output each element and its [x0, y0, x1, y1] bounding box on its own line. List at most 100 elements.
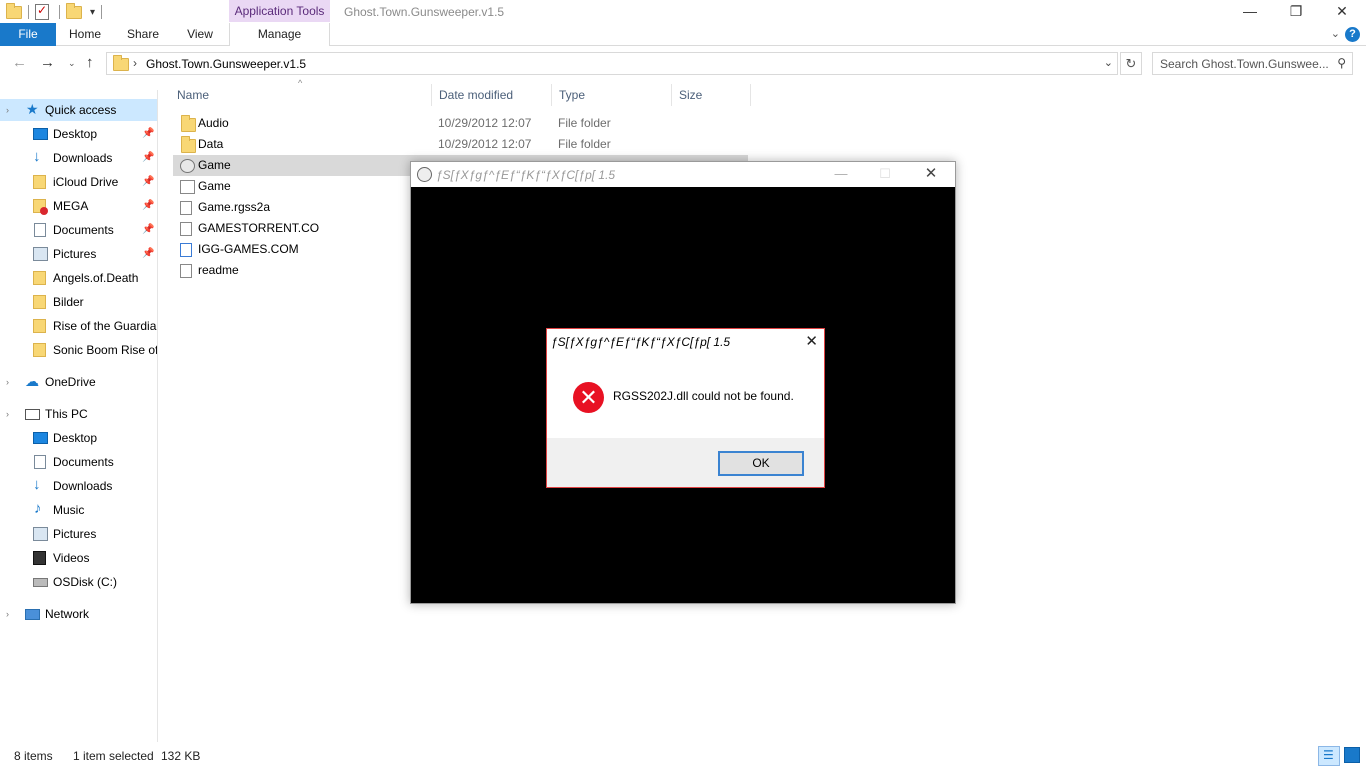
tab-home[interactable]: Home	[62, 23, 108, 46]
address-bar[interactable]: › Ghost.Town.Gunsweeper.v1.5 ⌄	[106, 52, 1118, 75]
ribbon-tabs: File Home Share View Manage ⌄ ?	[0, 23, 1366, 46]
refresh-button[interactable]: ↻	[1120, 52, 1142, 75]
sidebar-item-label: Pictures	[53, 247, 97, 261]
restore-button[interactable]: ❐	[1273, 0, 1319, 24]
sidebar-item-network[interactable]: › Network	[0, 603, 157, 625]
sidebar-item-downloads[interactable]: ↓ Downloads 📌	[0, 147, 157, 169]
customize-toolbar-chevron-icon[interactable]: ▾	[90, 7, 95, 18]
search-icon[interactable]: ⚲	[1337, 56, 1346, 70]
close-button[interactable]: ✕	[1319, 0, 1365, 24]
recent-locations-chevron-icon[interactable]: ⌄	[68, 58, 76, 69]
expand-chevron-icon[interactable]: ›	[6, 99, 9, 121]
game-minimize-button[interactable]: —	[821, 164, 861, 186]
file-name: Game	[198, 158, 231, 172]
large-icons-view-icon[interactable]	[1344, 747, 1360, 763]
up-arrow-icon[interactable]: ↑	[86, 54, 94, 71]
file-icon	[180, 201, 192, 215]
file-date-modified: 10/29/2012 12:07	[438, 137, 532, 151]
sidebar-item-label: This PC	[45, 407, 88, 421]
sidebar-item-pc-downloads[interactable]: ↓ Downloads	[0, 475, 157, 497]
file-row[interactable]: Data 10/29/2012 12:07 File folder	[173, 134, 748, 155]
status-selection: 1 item selected	[73, 749, 154, 763]
sidebar-item-sonic-boom[interactable]: Sonic Boom Rise of Lyric	[0, 339, 157, 361]
forward-arrow-icon[interactable]: →	[40, 54, 55, 71]
pin-icon[interactable]: 📌	[142, 219, 154, 241]
title-bar: ▾ Application Tools Ghost.Town.Gunsweepe…	[0, 0, 1366, 24]
column-header-name[interactable]: Name	[170, 84, 430, 106]
sidebar-item-onedrive[interactable]: › ☁ OneDrive	[0, 371, 157, 393]
pc-icon	[25, 409, 40, 420]
file-type: File folder	[558, 116, 611, 130]
folder-icon	[181, 115, 196, 132]
folder-icon	[33, 271, 46, 285]
column-header-size[interactable]: Size	[671, 84, 751, 106]
sidebar-item-rise-of-the-guardians[interactable]: Rise of the Guardians	[0, 315, 157, 337]
column-header-date-modified[interactable]: Date modified	[431, 84, 551, 106]
game-close-button[interactable]: ✕	[911, 164, 951, 186]
pin-icon[interactable]: 📌	[142, 243, 154, 265]
sidebar-item-pc-desktop[interactable]: Desktop	[0, 427, 157, 449]
help-icon[interactable]: ?	[1345, 27, 1360, 42]
search-box[interactable]: ⚲	[1152, 52, 1353, 75]
expand-chevron-icon[interactable]: ›	[6, 603, 9, 625]
mega-folder-icon	[33, 199, 48, 215]
ok-button[interactable]: OK	[718, 451, 804, 476]
error-message: RGSS202J.dll could not be found.	[613, 389, 794, 403]
music-icon: ♪	[34, 500, 42, 517]
navigation-pane[interactable]: › ★ Quick access Desktop 📌 ↓ Downloads 📌…	[0, 90, 158, 742]
sidebar-item-this-pc[interactable]: › This PC	[0, 403, 157, 425]
documents-icon	[34, 223, 46, 237]
sidebar-item-mega[interactable]: MEGA 📌	[0, 195, 157, 217]
sidebar-item-angels-of-death[interactable]: Angels.of.Death	[0, 267, 157, 289]
game-title-bar[interactable]: ƒS[ƒXƒgƒ^ƒEƒ“ƒKƒ“ƒXƒC[ƒp[ 1.5 — ☐ ✕	[411, 162, 955, 187]
tab-share[interactable]: Share	[122, 23, 164, 46]
properties-icon[interactable]	[35, 3, 49, 20]
tab-manage[interactable]: Manage	[229, 23, 330, 46]
column-headers: Name Date modified Type Size	[170, 84, 760, 106]
sidebar-item-pc-videos[interactable]: Videos	[0, 547, 157, 569]
sidebar-item-quick-access[interactable]: › ★ Quick access	[0, 99, 157, 121]
back-arrow-icon[interactable]: ←	[12, 54, 27, 71]
tab-file[interactable]: File	[0, 23, 56, 46]
pin-icon[interactable]: 📌	[142, 171, 154, 193]
new-folder-icon[interactable]	[66, 2, 82, 19]
minimize-button[interactable]: —	[1227, 0, 1273, 24]
sidebar-item-pc-music[interactable]: ♪ Music	[0, 499, 157, 521]
sidebar-item-pictures[interactable]: Pictures 📌	[0, 243, 157, 265]
sidebar-item-desktop[interactable]: Desktop 📌	[0, 123, 157, 145]
sidebar-item-bilder[interactable]: Bilder	[0, 291, 157, 313]
error-dialog-close-button[interactable]: ✕	[805, 332, 818, 350]
status-bar: 8 items 1 item selected 132 KB	[0, 744, 1366, 768]
sidebar-item-osdisk[interactable]: OSDisk (C:)	[0, 571, 157, 593]
file-name: Game	[198, 179, 231, 193]
sidebar-item-label: OneDrive	[45, 375, 96, 389]
breadcrumb-current-folder[interactable]: Ghost.Town.Gunsweeper.v1.5	[146, 57, 306, 71]
folder-icon	[113, 55, 129, 71]
sidebar-item-pc-documents[interactable]: Documents	[0, 451, 157, 473]
details-view-icon[interactable]	[1318, 746, 1340, 766]
expand-ribbon-chevron-icon[interactable]: ⌄	[1331, 27, 1340, 40]
download-icon: ↓	[33, 148, 41, 165]
pin-icon[interactable]: 📌	[142, 147, 154, 169]
address-dropdown-chevron-icon[interactable]: ⌄	[1104, 56, 1113, 69]
desktop-icon	[33, 128, 48, 140]
tab-view[interactable]: View	[180, 23, 220, 46]
expand-chevron-icon[interactable]: ›	[6, 371, 9, 393]
pin-icon[interactable]: 📌	[142, 123, 154, 145]
error-dialog[interactable]: ƒS[ƒXƒgƒ^ƒEƒ“ƒKƒ“ƒXƒC[ƒp[ 1.5 ✕ ✕ RGSS20…	[546, 328, 825, 488]
pictures-icon	[33, 527, 48, 541]
videos-icon	[33, 551, 46, 565]
pin-icon[interactable]: 📌	[142, 195, 154, 217]
search-input[interactable]	[1153, 53, 1328, 74]
sidebar-item-pc-pictures[interactable]: Pictures	[0, 523, 157, 545]
sidebar-item-icloud-drive[interactable]: iCloud Drive 📌	[0, 171, 157, 193]
breadcrumb-chevron-icon[interactable]: ›	[133, 56, 137, 70]
folder-icon[interactable]	[6, 2, 22, 19]
config-icon	[180, 180, 195, 194]
star-icon: ★	[26, 101, 39, 117]
expand-chevron-icon[interactable]: ›	[6, 403, 9, 425]
sidebar-item-label: Downloads	[53, 479, 113, 493]
column-header-type[interactable]: Type	[551, 84, 671, 106]
file-row[interactable]: Audio 10/29/2012 12:07 File folder	[173, 113, 748, 134]
sidebar-item-documents[interactable]: Documents 📌	[0, 219, 157, 241]
